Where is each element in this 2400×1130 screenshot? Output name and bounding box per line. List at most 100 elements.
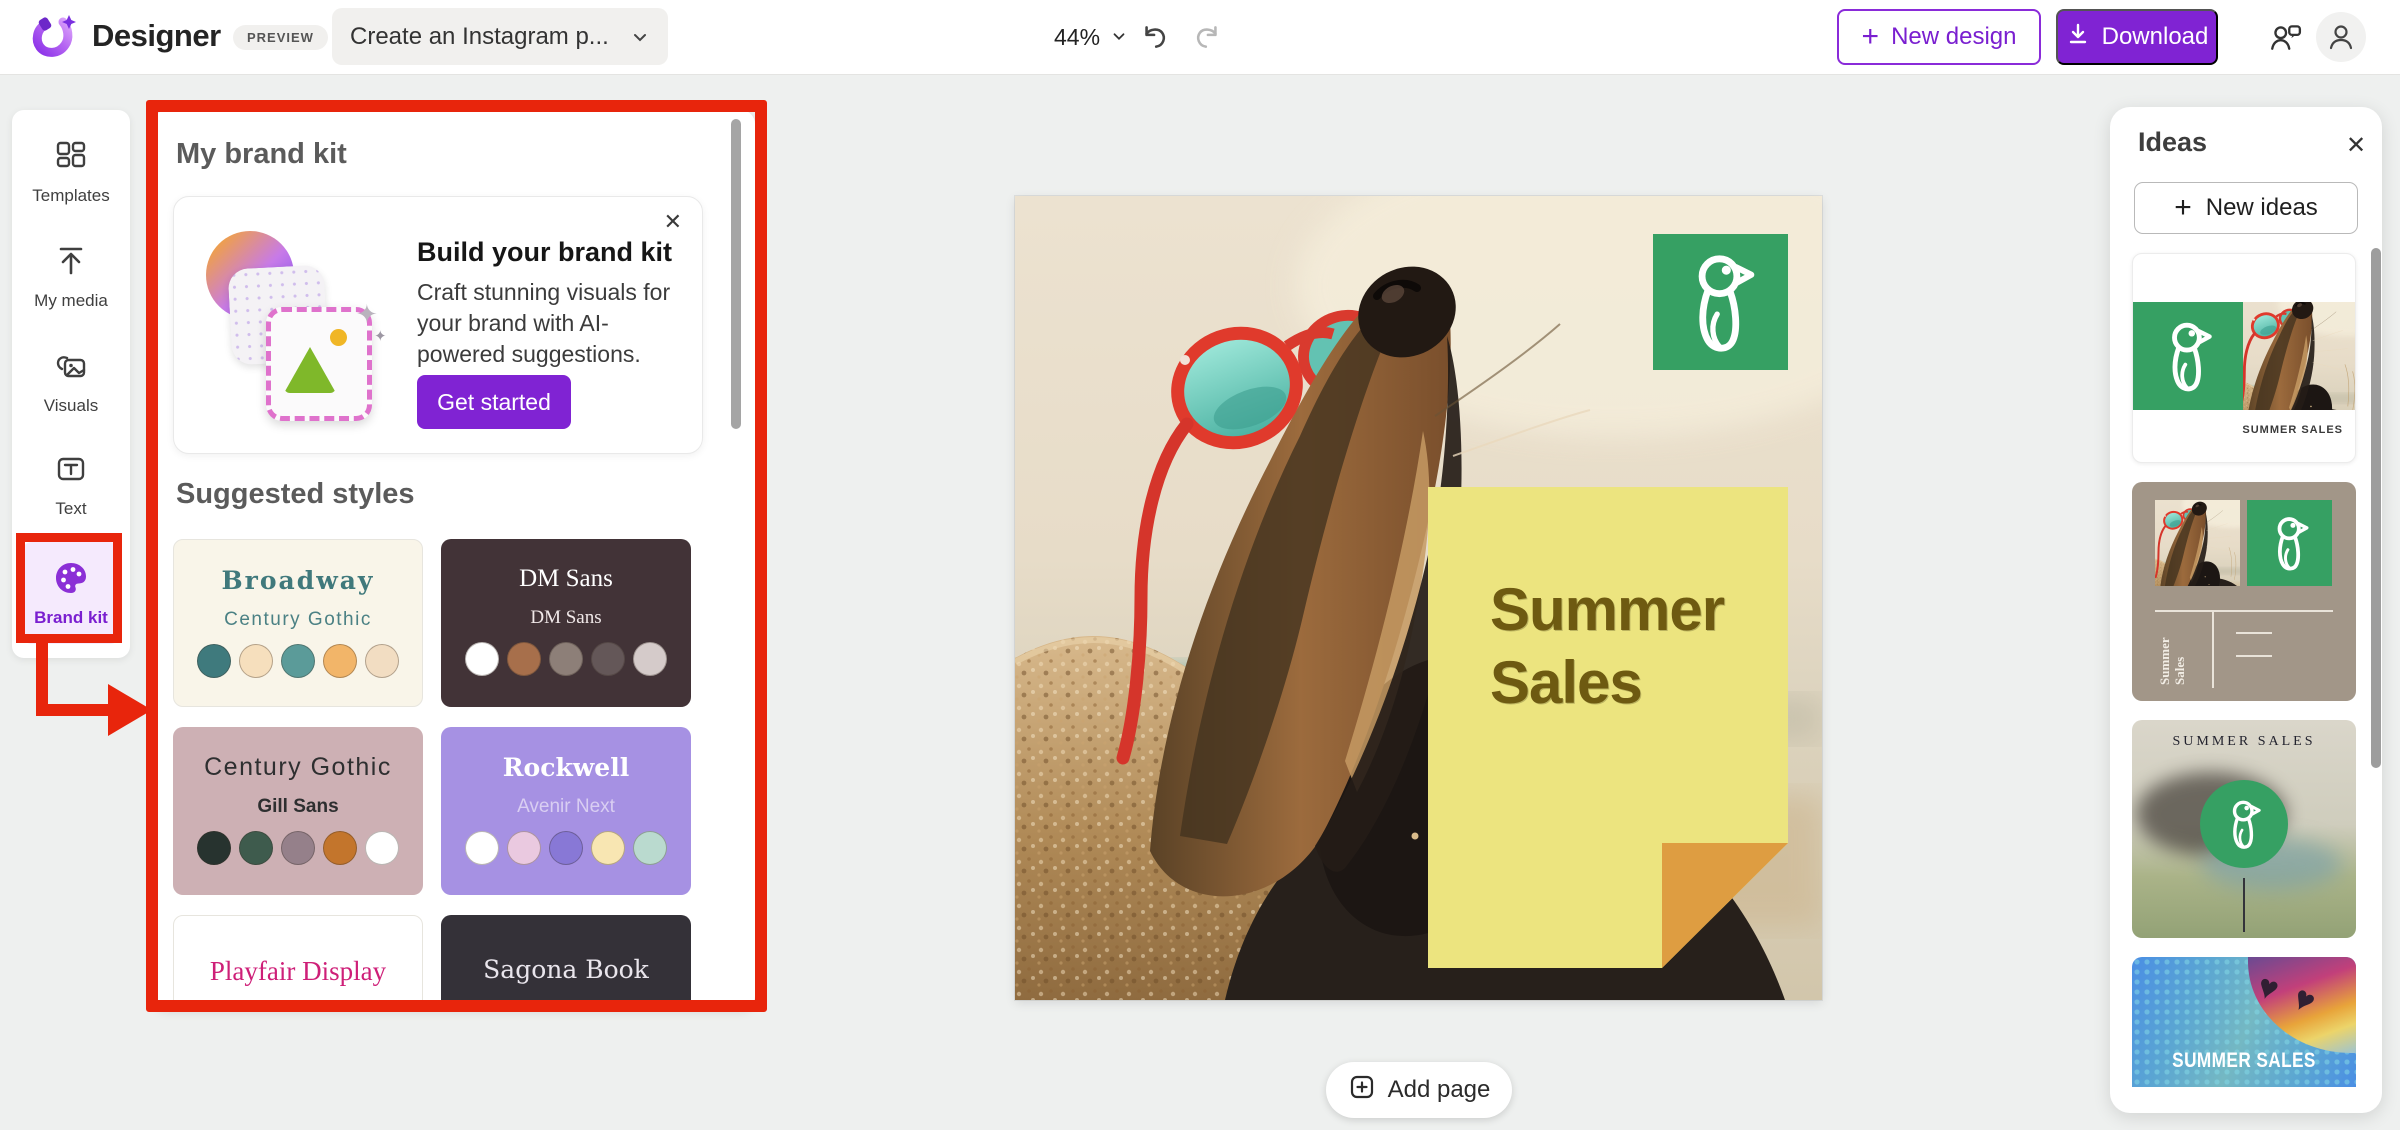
new-ideas-button[interactable]: + New ideas (2134, 182, 2358, 234)
ideas-panel: Ideas ✕ + New ideas SUMMER SALES (2110, 107, 2382, 1113)
download-icon (2066, 22, 2090, 53)
build-brand-kit-card: ✦ ✦ ✕ Build your brand kit Craft stunnin… (173, 196, 703, 454)
color-swatch (323, 644, 357, 678)
add-page-icon (1348, 1073, 1376, 1108)
design-canvas[interactable]: Summer Sales (1015, 196, 1822, 1000)
dog-photo-crop (2243, 302, 2356, 410)
style-card-rockwell[interactable]: Rockwell Avenir Next (441, 727, 691, 895)
sidebar-item-templates[interactable]: Templates (12, 138, 130, 206)
sidebar-item-visuals[interactable]: Visuals (12, 348, 130, 416)
heart-sunglasses-icon: ♥ (2253, 969, 2283, 1008)
style-subheading: DM Sans (530, 607, 601, 629)
swatch-row (465, 642, 667, 676)
sidebar-item-my-media[interactable]: My media (12, 243, 130, 311)
document-title-dropdown[interactable]: Create an Instagram p... (332, 8, 668, 65)
sidebar-item-label: Visuals (44, 396, 99, 416)
divider-line (2155, 610, 2333, 612)
close-icon[interactable]: ✕ (664, 209, 682, 235)
promo-title: Build your brand kit (417, 237, 672, 268)
undo-icon (1138, 22, 1168, 52)
thumb-caption: SUMMER SALES (2132, 734, 2356, 750)
feedback-button[interactable] (2264, 16, 2306, 58)
sidebar-item-label: Templates (32, 186, 109, 206)
color-swatch (591, 642, 625, 676)
idea-thumbnail-4[interactable]: ♥ ♥ SUMMER SALES (2132, 957, 2356, 1087)
get-started-button[interactable]: Get started (417, 375, 571, 429)
color-swatch (365, 831, 399, 865)
style-heading: Rockwell (503, 753, 629, 782)
sparkle-icon: ✦ (356, 299, 378, 330)
undo-button[interactable] (1132, 16, 1174, 58)
designer-app: Designer PREVIEW Create an Instagram p..… (0, 0, 2400, 1130)
style-card-dm-sans[interactable]: DM Sans DM Sans (441, 539, 691, 707)
style-card-sagona-book[interactable]: Sagona Book Sagona Book (441, 915, 691, 1010)
thumb-caption: SUMMER SALES (2242, 424, 2343, 436)
rotated-caption: Summer Sales (2140, 618, 2204, 688)
redo-button[interactable] (1188, 16, 1230, 58)
sidebar-item-brand-kit[interactable]: Brand kit (22, 542, 120, 644)
style-heading: Broadway (222, 566, 375, 595)
document-title: Create an Instagram p... (350, 23, 609, 51)
text-icon (53, 451, 89, 492)
note-text[interactable]: Summer Sales (1490, 573, 1735, 719)
sidebar-item-label: My media (34, 291, 108, 311)
redo-icon (1194, 22, 1224, 52)
new-ideas-label: New ideas (2206, 194, 2318, 222)
chevron-down-icon (630, 27, 650, 47)
plus-icon: + (2174, 191, 2192, 225)
thumb1-layout (2133, 302, 2356, 410)
plus-icon: + (1862, 20, 1880, 54)
new-design-label: New design (1891, 23, 2016, 51)
idea-thumbnail-3[interactable]: SUMMER SALES (2132, 720, 2356, 938)
new-design-button[interactable]: + New design (1837, 9, 2041, 65)
ideas-scrollbar[interactable] (2371, 248, 2381, 768)
sticky-note-element[interactable]: Summer Sales (1428, 487, 1788, 968)
idea-thumbnail-2[interactable]: Summer Sales (2132, 482, 2356, 701)
close-icon[interactable]: ✕ (2346, 131, 2366, 160)
color-swatch (633, 831, 667, 865)
style-card-century-gothic[interactable]: Century Gothic Gill Sans (173, 727, 423, 895)
annotation-arrow-head (108, 684, 152, 736)
brand-kit-illustration: ✦ ✦ (188, 223, 388, 427)
style-card-playfair-display[interactable]: Playfair Display Tw Cen MT (173, 915, 423, 1010)
color-swatch (239, 644, 273, 678)
green-bird-logo (2133, 302, 2243, 410)
green-bird-logo (2247, 500, 2332, 586)
idea-thumbnail-1[interactable]: SUMMER SALES (2132, 253, 2356, 463)
color-swatch (281, 831, 315, 865)
color-swatch (549, 831, 583, 865)
color-swatch (323, 831, 357, 865)
app-title: Designer (92, 18, 221, 54)
brand-kit-panel: My brand kit ✦ ✦ ✕ Build your brand kit … (153, 110, 755, 1010)
style-card-broadway[interactable]: Broadway Century Gothic (173, 539, 423, 707)
style-subheading: Tw Cen MT (249, 1001, 348, 1010)
color-swatch (197, 644, 231, 678)
left-toolbar: Templates My media Visuals (12, 110, 130, 658)
green-bird-logo[interactable] (1653, 234, 1788, 370)
color-swatch (365, 644, 399, 678)
promo-body: Craft stunning visuals for your brand wi… (417, 277, 695, 370)
account-avatar[interactable] (2316, 12, 2366, 62)
zoom-control[interactable]: 44% (1046, 18, 1138, 56)
color-swatch (197, 831, 231, 865)
download-button[interactable]: Download (2056, 9, 2218, 65)
visuals-icon (53, 348, 89, 389)
color-swatch (281, 644, 315, 678)
sidebar-item-text[interactable]: Text (12, 451, 130, 519)
swatch-row (197, 644, 399, 678)
add-page-button[interactable]: Add page (1326, 1062, 1512, 1118)
color-swatch (591, 831, 625, 865)
dot-graphic (330, 329, 347, 346)
panel-scrollbar[interactable] (731, 119, 741, 429)
color-swatch (239, 831, 273, 865)
style-heading: Sagona Book (483, 955, 649, 984)
color-swatch (549, 642, 583, 676)
person-feedback-icon (2268, 20, 2302, 54)
panel-title: My brand kit (176, 138, 347, 171)
color-swatch (465, 642, 499, 676)
preview-badge: PREVIEW (233, 25, 328, 50)
person-icon (2326, 22, 2356, 52)
color-swatch (465, 831, 499, 865)
style-heading: Century Gothic (204, 753, 392, 782)
style-subheading: Avenir Next (517, 796, 615, 818)
